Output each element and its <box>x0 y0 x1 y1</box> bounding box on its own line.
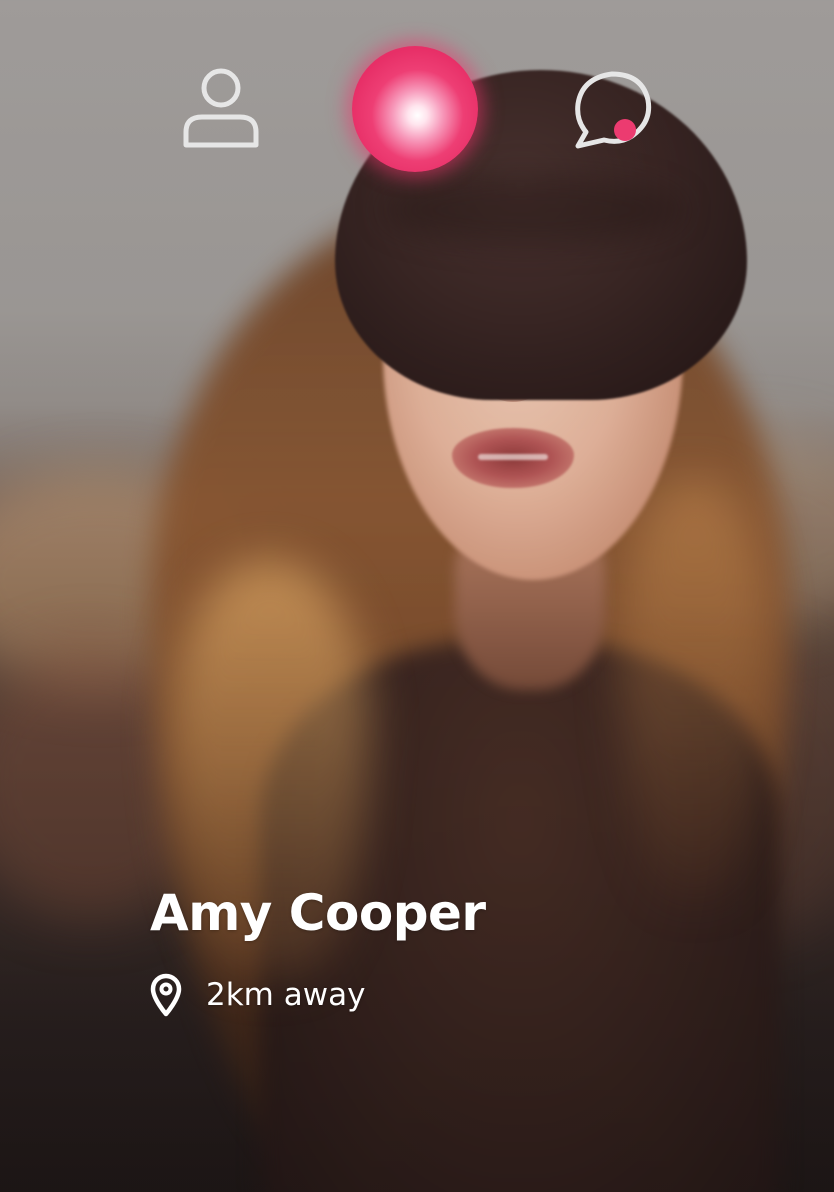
map-pin-icon <box>150 973 182 1017</box>
profile-card-screen: Amy Cooper 2km away <box>0 0 834 1192</box>
top-navigation <box>0 0 834 200</box>
chat-bubble-icon <box>575 71 652 149</box>
distance-label: 2km away <box>206 977 366 1013</box>
messages-nav-button[interactable] <box>570 66 656 152</box>
message-notification-dot <box>614 119 636 141</box>
profile-info: Amy Cooper 2km away <box>150 878 750 1017</box>
distance-row: 2km away <box>150 970 365 1020</box>
profile-nav-button[interactable] <box>178 66 264 152</box>
user-icon <box>183 68 259 148</box>
discover-nav-button[interactable] <box>352 46 478 172</box>
profile-name: Amy Cooper <box>150 884 486 942</box>
